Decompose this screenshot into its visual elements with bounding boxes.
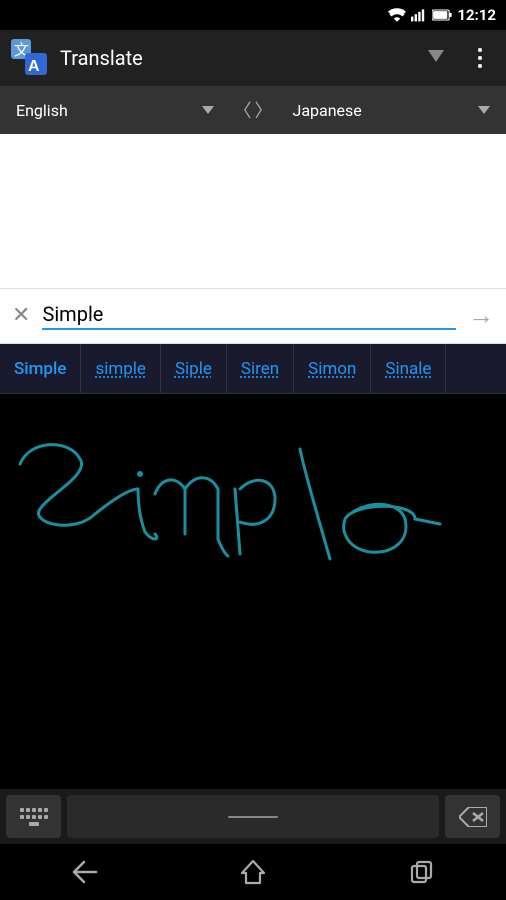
home-button[interactable] <box>223 852 283 892</box>
language-swap-button[interactable]: 〈 〉 <box>222 97 285 123</box>
suggestion-item-5[interactable]: Sinale <box>371 344 446 393</box>
keyboard-toggle-button[interactable] <box>6 795 61 838</box>
language-bar: English 〈 〉 Japanese <box>0 86 506 134</box>
translate-app-icon: 文 A <box>11 39 49 77</box>
translate-arrow-button[interactable]: → <box>464 299 498 333</box>
source-language-label: English <box>16 101 68 120</box>
suggestion-label-2: Siple <box>175 359 212 379</box>
source-language-dropdown-icon <box>202 106 214 114</box>
suggestion-label-4: Simon <box>308 359 356 379</box>
app-icon: 文 A <box>10 38 50 78</box>
swap-chars: 〈 <box>234 97 252 123</box>
overflow-menu-button[interactable] <box>464 42 496 74</box>
recents-icon <box>410 860 434 884</box>
overflow-dot-3 <box>478 64 482 68</box>
keyboard-bottom-bar <box>0 789 506 844</box>
target-language-dropdown-icon <box>478 106 490 114</box>
overflow-dot-2 <box>478 56 482 60</box>
handwriting-canvas[interactable] <box>0 394 506 659</box>
target-language-label: Japanese <box>293 101 362 120</box>
handwriting-svg <box>0 394 506 659</box>
status-time: 12:12 <box>457 6 496 24</box>
clear-button[interactable]: ✕ <box>8 301 34 331</box>
suggestion-label-0: Simple <box>14 359 66 379</box>
backspace-button[interactable] <box>445 795 500 838</box>
recents-button[interactable] <box>392 852 452 892</box>
swap-chars-2: 〉 <box>255 97 273 123</box>
input-area: ✕ Simple → <box>0 289 506 344</box>
suggestion-item-1[interactable]: simple <box>81 344 161 393</box>
spacebar-line <box>228 816 278 818</box>
suggestion-label-3: Siren <box>241 359 279 379</box>
suggestion-label-5: Sinale <box>385 359 431 379</box>
suggestion-item-4[interactable]: Simon <box>294 344 371 393</box>
suggestions-bar: Simple simple Siple Siren Simon Sinale <box>0 344 506 394</box>
battery-icon <box>432 8 452 22</box>
spacebar-button[interactable] <box>67 795 439 838</box>
status-bar: 12:12 <box>0 0 506 30</box>
overflow-dot-1 <box>478 48 482 52</box>
source-language-selector[interactable]: English <box>8 97 222 124</box>
wifi-icon <box>388 8 406 22</box>
backspace-icon <box>459 807 487 827</box>
back-button[interactable] <box>54 852 114 892</box>
clear-icon: ✕ <box>12 303 30 328</box>
svg-text:A: A <box>28 58 40 75</box>
target-language-selector[interactable]: Japanese <box>285 97 499 124</box>
home-icon <box>240 859 266 885</box>
suggestion-item-0[interactable]: Simple <box>0 344 81 393</box>
suggestion-item-2[interactable]: Siple <box>161 344 227 393</box>
translate-arrow-icon: → <box>468 301 494 331</box>
keyboard-icon <box>20 807 48 827</box>
input-text[interactable]: Simple <box>42 302 456 330</box>
app-title: Translate <box>60 46 418 70</box>
navigation-bar <box>0 844 506 900</box>
back-icon <box>70 860 98 884</box>
suggestion-label-1: simple <box>95 359 146 379</box>
dropdown-triangle-icon <box>428 50 444 66</box>
signal-icon <box>411 8 427 22</box>
status-icons: 12:12 <box>388 6 496 24</box>
app-bar: 文 A Translate <box>0 30 506 86</box>
suggestion-item-3[interactable]: Siren <box>227 344 294 393</box>
translation-output-area <box>0 134 506 289</box>
